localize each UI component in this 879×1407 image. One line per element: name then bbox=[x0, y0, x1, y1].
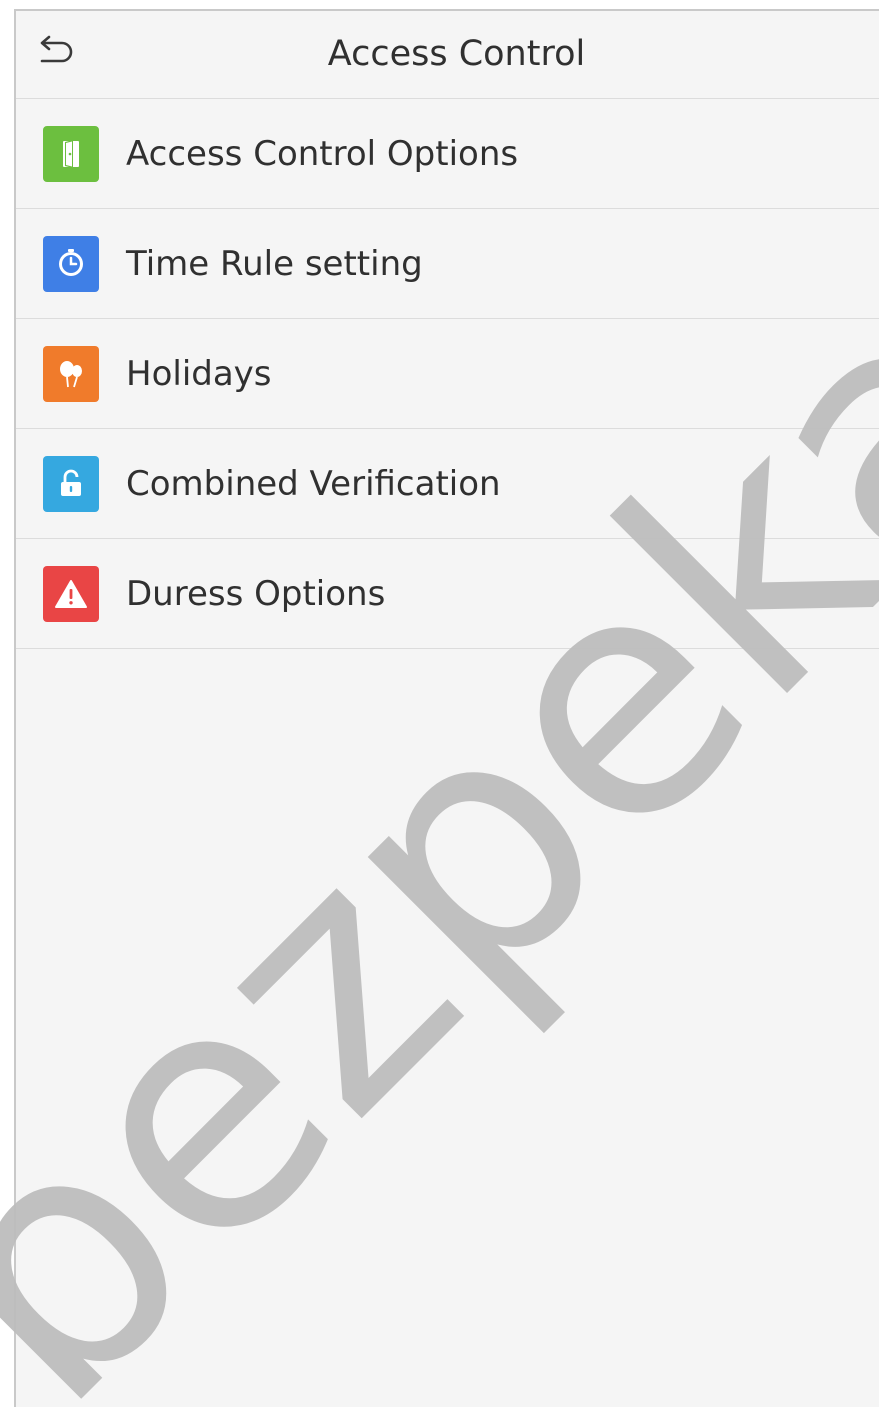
page-title: Access Control bbox=[327, 34, 586, 74]
menu-item-label: Combined Verification bbox=[126, 463, 501, 504]
unlock-icon bbox=[43, 455, 99, 512]
menu-item-time-rule-setting[interactable]: Time Rule setting bbox=[16, 209, 879, 319]
menu-item-holidays[interactable]: Holidays bbox=[16, 319, 879, 429]
menu-item-combined-verification[interactable]: Combined Verification bbox=[16, 429, 879, 539]
menu-item-label: Holidays bbox=[126, 353, 272, 394]
door-icon bbox=[43, 125, 99, 182]
menu-item-access-control-options[interactable]: Access Control Options bbox=[16, 99, 879, 209]
warning-icon bbox=[43, 565, 99, 622]
menu-item-label: Duress Options bbox=[126, 573, 386, 614]
access-control-screen: Access Control Access Control Options Ti… bbox=[14, 9, 879, 1407]
header-bar: Access Control bbox=[16, 11, 879, 99]
clock-icon bbox=[43, 235, 99, 292]
menu-item-duress-options[interactable]: Duress Options bbox=[16, 539, 879, 649]
menu-item-label: Access Control Options bbox=[126, 133, 519, 174]
menu-list: Access Control Options Time Rule setting bbox=[16, 99, 879, 649]
balloons-icon bbox=[43, 345, 99, 402]
menu-item-label: Time Rule setting bbox=[126, 243, 423, 284]
